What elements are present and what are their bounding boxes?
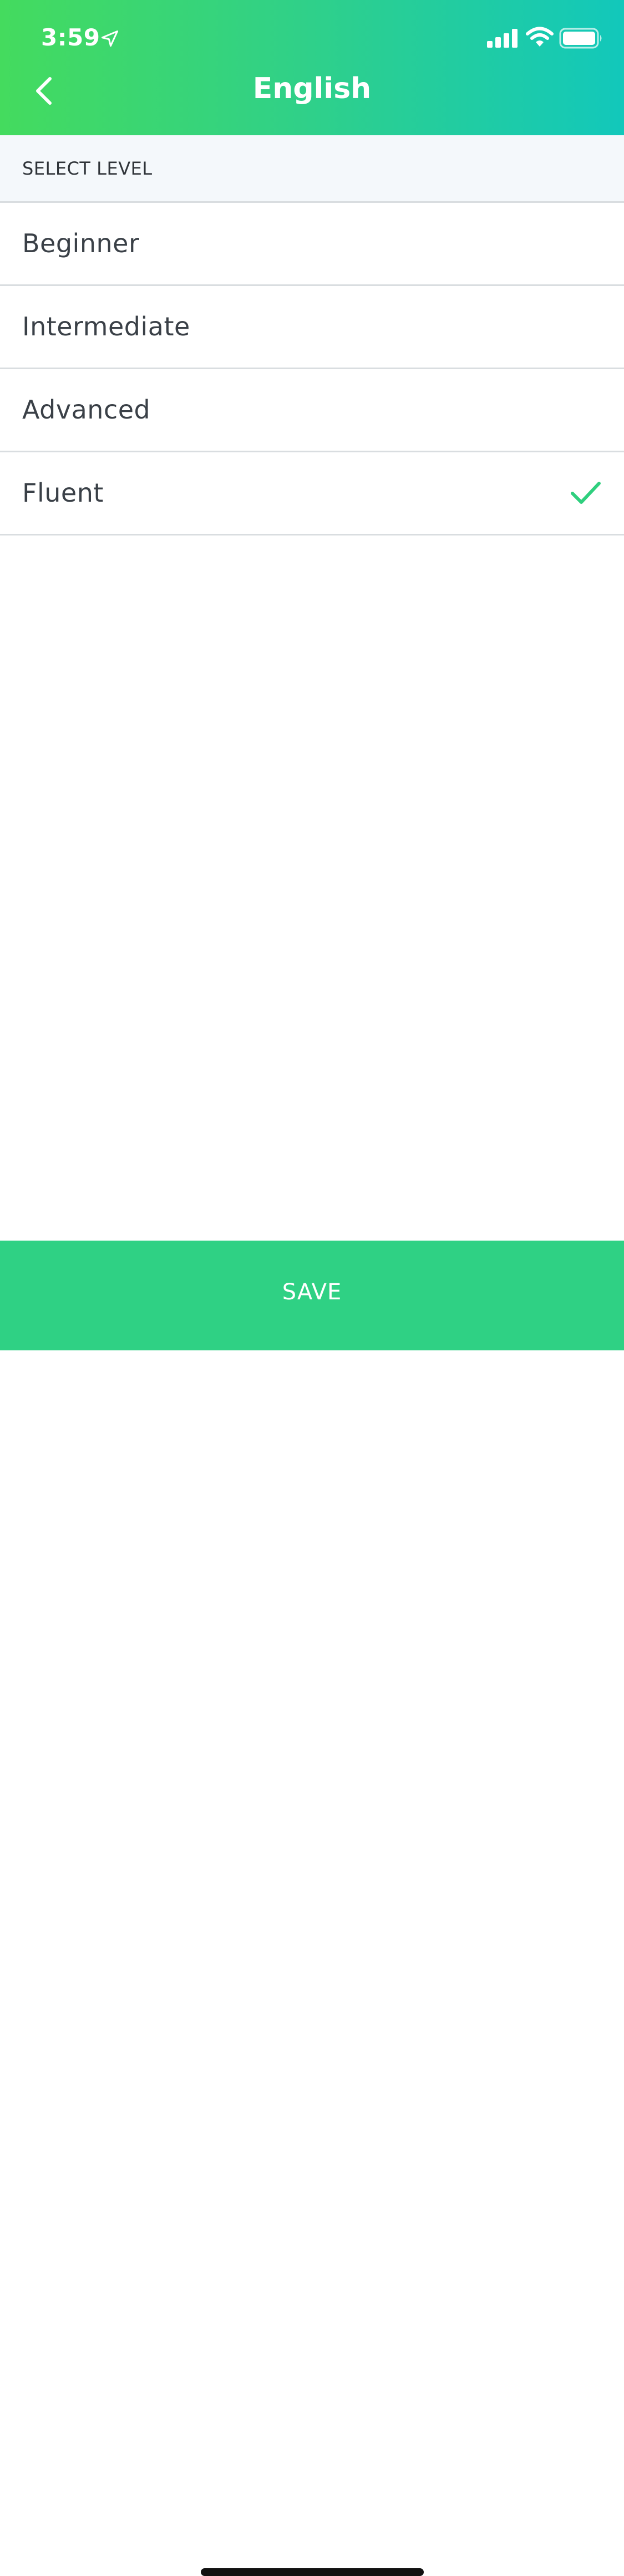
level-option-fluent[interactable]: Fluent: [0, 452, 624, 535]
save-button[interactable]: SAVE: [0, 1241, 624, 2576]
level-option-advanced[interactable]: Advanced: [0, 369, 624, 452]
checkmark-icon: [571, 482, 601, 504]
section-title: SELECT LEVEL: [22, 158, 153, 179]
save-button-label: SAVE: [282, 1279, 342, 1305]
status-time: 3:59: [41, 24, 100, 51]
wifi-icon: [526, 27, 554, 47]
home-indicator: [201, 2568, 424, 2576]
level-label: Intermediate: [22, 312, 190, 341]
section-header: SELECT LEVEL: [0, 135, 624, 203]
location-arrow-icon: [102, 30, 118, 47]
level-option-intermediate[interactable]: Intermediate: [0, 286, 624, 369]
level-label: Fluent: [22, 478, 104, 508]
nav-header: 3:59 English: [0, 0, 624, 135]
battery-icon: [559, 28, 602, 49]
level-label: Beginner: [22, 228, 140, 258]
level-option-beginner[interactable]: Beginner: [0, 203, 624, 286]
page-title: English: [252, 72, 372, 105]
level-list: Beginner Intermediate Advanced Fluent: [0, 203, 624, 535]
level-label: Advanced: [22, 395, 151, 425]
cellular-signal-icon: [487, 29, 518, 48]
